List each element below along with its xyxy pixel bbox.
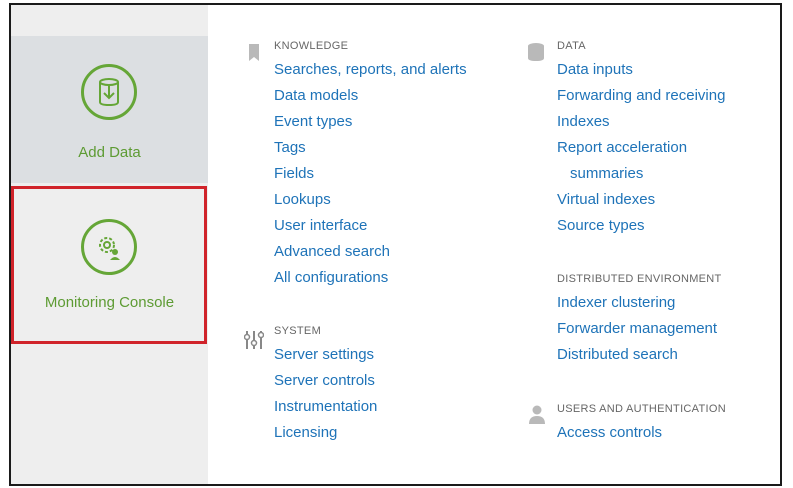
monitoring-console-tile[interactable]: Monitoring Console (11, 186, 207, 344)
link-forwarder-management[interactable]: Forwarder management (557, 320, 717, 337)
link-all-configurations[interactable]: All configurations (274, 269, 388, 286)
link-indexes[interactable]: Indexes (557, 113, 610, 130)
link-forwarding-receiving[interactable]: Forwarding and receiving (557, 87, 725, 104)
link-user-interface[interactable]: User interface (274, 217, 367, 234)
frame-border-top (9, 3, 782, 5)
link-source-types[interactable]: Source types (557, 217, 645, 234)
link-virtual-indexes[interactable]: Virtual indexes (557, 191, 655, 208)
link-data-inputs[interactable]: Data inputs (557, 61, 633, 78)
link-server-controls[interactable]: Server controls (274, 372, 375, 389)
frame-border-bottom (9, 484, 782, 486)
frame-border-right (780, 3, 782, 485)
add-data-label: Add Data (78, 144, 141, 161)
link-report-acceleration[interactable]: Report acceleration (557, 139, 687, 156)
link-searches-reports-alerts[interactable]: Searches, reports, and alerts (274, 61, 467, 78)
bookmark-icon (248, 44, 260, 67)
database-import-icon (81, 64, 137, 120)
link-data-models[interactable]: Data models (274, 87, 358, 104)
link-distributed-search[interactable]: Distributed search (557, 346, 678, 363)
system-heading: SYSTEM (274, 325, 322, 337)
user-icon (528, 405, 546, 430)
gear-user-icon (81, 219, 137, 275)
link-event-types[interactable]: Event types (274, 113, 352, 130)
link-server-settings[interactable]: Server settings (274, 346, 374, 363)
sliders-icon (243, 330, 265, 355)
knowledge-heading: KNOWLEDGE (274, 40, 349, 52)
link-fields[interactable]: Fields (274, 165, 314, 182)
link-indexer-clustering[interactable]: Indexer clustering (557, 294, 675, 311)
distributed-heading: DISTRIBUTED ENVIRONMENT (557, 273, 722, 285)
database-icon (527, 42, 545, 67)
link-instrumentation[interactable]: Instrumentation (274, 398, 377, 415)
data-heading: DATA (557, 40, 586, 52)
settings-menu-panel: Add Data Monitoring Console KNOWLEDGE Se… (0, 0, 793, 488)
link-report-acceleration-summaries[interactable]: summaries (570, 165, 643, 182)
monitoring-console-label: Monitoring Console (44, 294, 175, 311)
frame-border-left (9, 3, 11, 485)
add-data-tile[interactable]: Add Data (11, 36, 208, 183)
link-lookups[interactable]: Lookups (274, 191, 331, 208)
link-tags[interactable]: Tags (274, 139, 306, 156)
link-access-controls[interactable]: Access controls (557, 424, 662, 441)
link-advanced-search[interactable]: Advanced search (274, 243, 390, 260)
link-licensing[interactable]: Licensing (274, 424, 337, 441)
users-auth-heading: USERS AND AUTHENTICATION (557, 403, 726, 415)
